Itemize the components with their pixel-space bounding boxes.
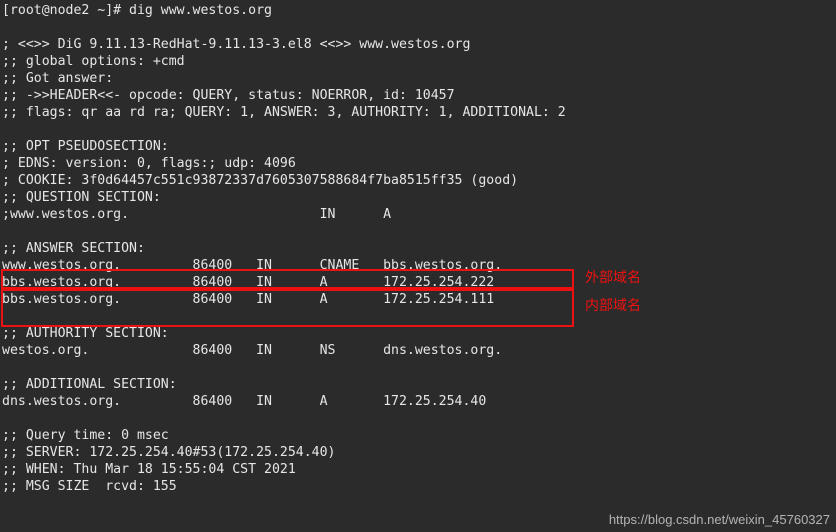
global-options-line: ;; global options: +cmd — [2, 54, 185, 69]
flags-line: ;; flags: qr aa rd ra; QUERY: 1, ANSWER:… — [2, 105, 566, 120]
answer-section-title: ;; ANSWER SECTION: — [2, 241, 145, 256]
answer-row-a-1: bbs.westos.org. 86400 IN A 172.25.254.22… — [2, 275, 494, 290]
header-line: ;; ->>HEADER<<- opcode: QUERY, status: N… — [2, 88, 455, 103]
msg-size-line: ;; MSG SIZE rcvd: 155 — [2, 479, 177, 494]
opt-section-title: ;; OPT PSEUDOSECTION: — [2, 139, 169, 154]
blank-line — [2, 224, 10, 239]
terminal-output: [root@node2 ~]# dig www.westos.org ; <<>… — [2, 2, 566, 495]
answer-row-a-2: bbs.westos.org. 86400 IN A 172.25.254.11… — [2, 292, 494, 307]
authority-row: westos.org. 86400 IN NS dns.westos.org. — [2, 343, 502, 358]
blank-line — [2, 309, 10, 324]
server-line: ;; SERVER: 172.25.254.40#53(172.25.254.4… — [2, 445, 335, 460]
shell-prompt-line: [root@node2 ~]# dig www.westos.org — [2, 3, 272, 18]
got-answer-line: ;; Got answer: — [2, 71, 113, 86]
blank-line — [2, 360, 10, 375]
blank-line — [2, 122, 10, 137]
question-section-title: ;; QUESTION SECTION: — [2, 190, 161, 205]
additional-section-title: ;; ADDITIONAL SECTION: — [2, 377, 177, 392]
blank-line — [2, 20, 10, 35]
answer-row-cname: www.westos.org. 86400 IN CNAME bbs.westo… — [2, 258, 502, 273]
dig-version-line: ; <<>> DiG 9.11.13-RedHat-9.11.13-3.el8 … — [2, 37, 470, 52]
when-line: ;; WHEN: Thu Mar 18 15:55:04 CST 2021 — [2, 462, 296, 477]
additional-row: dns.westos.org. 86400 IN A 172.25.254.40 — [2, 394, 486, 409]
question-row: ;www.westos.org. IN A — [2, 207, 391, 222]
watermark: https://blog.csdn.net/weixin_45760327 — [609, 511, 830, 528]
annotation-internal-domain: 内部域名 — [585, 297, 641, 314]
authority-section-title: ;; AUTHORITY SECTION: — [2, 326, 169, 341]
query-time-line: ;; Query time: 0 msec — [2, 428, 169, 443]
annotation-external-domain: 外部域名 — [585, 269, 641, 286]
edns-line: ; EDNS: version: 0, flags:; udp: 4096 — [2, 156, 296, 171]
cookie-line: ; COOKIE: 3f0d64457c551c93872337d7605307… — [2, 173, 518, 188]
blank-line — [2, 411, 10, 426]
